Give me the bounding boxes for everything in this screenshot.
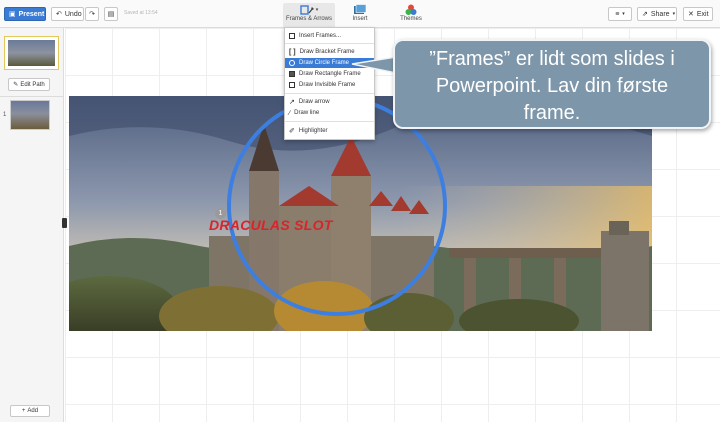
save-icon: ▤ bbox=[107, 11, 115, 18]
menu-item-invisible-frame[interactable]: Draw Invisible Frame bbox=[285, 80, 374, 90]
slides-sidebar: ✎ Edit Path 1 + Add bbox=[0, 28, 64, 422]
menu-item-label: Draw Circle Frame bbox=[299, 60, 350, 66]
grid-icon bbox=[289, 33, 295, 39]
redo-icon: ↷ bbox=[89, 11, 95, 18]
menu-separator bbox=[285, 43, 374, 44]
frames-arrows-icon: ▾ bbox=[300, 3, 318, 16]
menu-button[interactable]: ≡ ▾ bbox=[608, 7, 632, 21]
overview-thumbnail[interactable] bbox=[4, 36, 59, 70]
present-icon: ▣ bbox=[9, 11, 16, 18]
menu-item-label: Draw Invisible Frame bbox=[299, 82, 356, 88]
frames-arrows-menu: Insert Frames... [ ] Draw Bracket Frame … bbox=[284, 27, 375, 140]
menu-separator bbox=[285, 121, 374, 122]
themes-tool[interactable]: Themes bbox=[396, 3, 426, 27]
callout-line-1: ”Frames” er lidt som slides i bbox=[429, 48, 675, 70]
add-frame-button[interactable]: + Add bbox=[10, 405, 50, 417]
callout-line-3: frame. bbox=[523, 102, 581, 124]
menu-item-label: Draw arrow bbox=[298, 99, 330, 105]
close-icon: ✕ bbox=[688, 11, 694, 18]
sidebar-divider bbox=[0, 96, 64, 97]
chevron-down-icon: ▾ bbox=[622, 11, 625, 17]
collapse-sidebar-handle[interactable] bbox=[62, 218, 67, 228]
bracket-icon: [ ] bbox=[289, 48, 296, 56]
menu-separator bbox=[285, 93, 374, 94]
menu-item-label: Draw line bbox=[294, 110, 320, 116]
callout-line-2: Powerpoint. Lav din første bbox=[435, 75, 669, 97]
share-button[interactable]: ⇗ Share ▾ bbox=[637, 7, 677, 21]
top-toolbar: ▣ Present ↶ Undo ↷ ▤ Saved at 13:54 ▾ Fr… bbox=[0, 0, 720, 28]
exit-button[interactable]: ✕ Exit bbox=[683, 7, 713, 21]
add-label: Add bbox=[27, 408, 39, 414]
menu-item-label: Insert Frames... bbox=[299, 33, 342, 39]
chevron-down-icon: ▾ bbox=[672, 11, 676, 17]
share-icon: ⇗ bbox=[642, 11, 648, 18]
present-button[interactable]: ▣ Present bbox=[4, 7, 46, 21]
rectangle-icon bbox=[289, 71, 295, 77]
hamburger-icon: ≡ bbox=[615, 10, 620, 18]
redo-button[interactable]: ↷ bbox=[85, 7, 99, 21]
present-label: Present bbox=[18, 10, 45, 18]
slide-thumbnail-1[interactable] bbox=[10, 100, 50, 130]
frames-arrows-tool[interactable]: ▾ Frames & Arrows bbox=[283, 3, 335, 27]
undo-icon: ↶ bbox=[56, 11, 62, 18]
dashed-rect-icon bbox=[289, 82, 295, 88]
pencil-icon: ✎ bbox=[13, 82, 19, 88]
frames-arrows-label: Frames & Arrows bbox=[285, 16, 332, 22]
undo-label: Undo bbox=[64, 10, 82, 18]
exit-label: Exit bbox=[696, 10, 709, 18]
undo-button[interactable]: ↶ Undo bbox=[51, 7, 84, 21]
overview-preview bbox=[8, 40, 55, 66]
canvas-title-text[interactable]: DRACULAS SLOT bbox=[209, 217, 333, 233]
menu-item-label: Draw Bracket Frame bbox=[299, 49, 355, 55]
menu-item-draw-arrow[interactable]: ↗ Draw arrow bbox=[285, 97, 374, 107]
frame-number: 1 bbox=[218, 210, 223, 217]
insert-tool[interactable]: Insert bbox=[345, 3, 375, 27]
callout-text: ”Frames” er lidt som slides i Powerpoint… bbox=[395, 46, 709, 127]
menu-item-draw-line[interactable]: ∕ Draw line bbox=[285, 108, 374, 118]
circle-icon bbox=[289, 60, 295, 66]
plus-icon: + bbox=[21, 408, 26, 414]
edit-path-label: Edit Path bbox=[20, 81, 45, 88]
callout-box: ”Frames” er lidt som slides i Powerpoint… bbox=[393, 39, 711, 129]
insert-icon bbox=[353, 3, 367, 16]
save-button[interactable]: ▤ bbox=[104, 7, 118, 21]
menu-item-label: Highlighter bbox=[298, 128, 328, 134]
arrow-icon: ↗ bbox=[289, 99, 295, 106]
menu-item-highlighter[interactable]: ✐ Highlighter bbox=[285, 126, 374, 136]
themes-label: Themes bbox=[400, 16, 422, 22]
slide-number: 1 bbox=[3, 112, 7, 118]
highlighter-icon: ✐ bbox=[289, 128, 295, 135]
themes-icon bbox=[405, 3, 417, 16]
edit-path-button[interactable]: ✎ Edit Path bbox=[8, 78, 50, 91]
insert-label: Insert bbox=[352, 16, 368, 22]
menu-item-insert-frames[interactable]: Insert Frames... bbox=[285, 31, 374, 41]
line-icon: ∕ bbox=[289, 109, 291, 117]
share-label: Share bbox=[650, 10, 670, 18]
callout-pointer bbox=[351, 56, 397, 74]
saved-status: Saved at 13:54 bbox=[124, 10, 158, 16]
